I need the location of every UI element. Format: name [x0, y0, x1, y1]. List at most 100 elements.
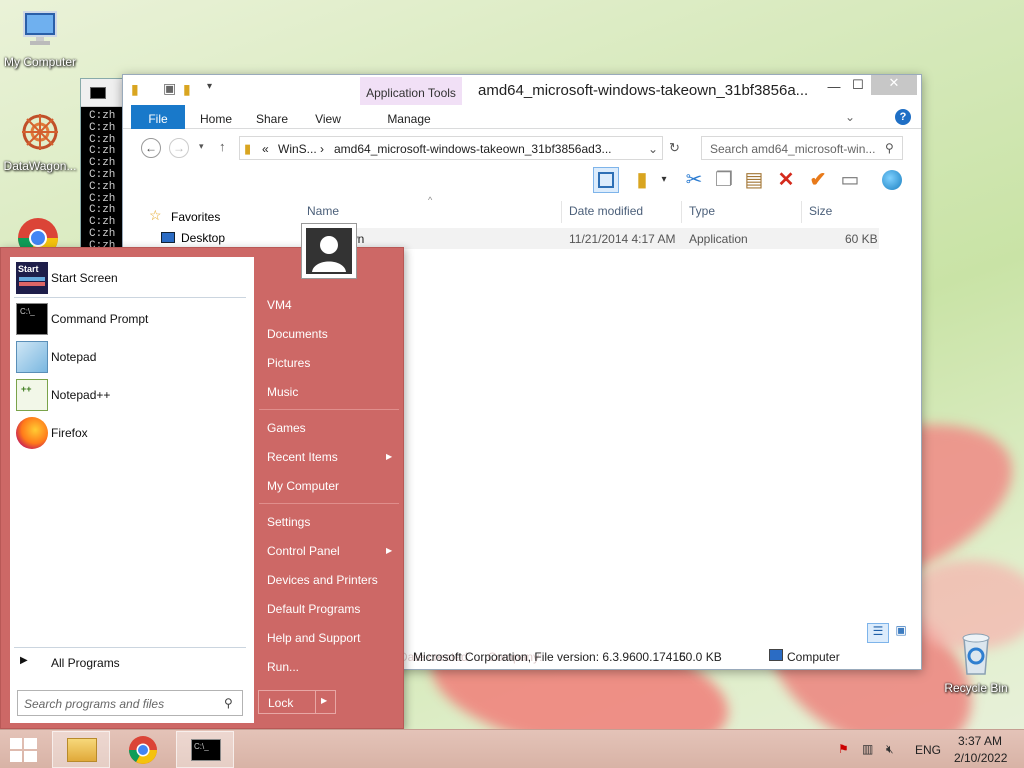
tab-home[interactable]: Home: [193, 105, 239, 129]
column-header-date[interactable]: Date modified: [569, 203, 643, 225]
start-item-command-prompt[interactable]: C:\_ Command Prompt: [14, 302, 250, 336]
clock-time[interactable]: 3:37 AM: [958, 734, 1002, 748]
refresh-icon[interactable]: ↻: [669, 140, 680, 156]
console-window[interactable]: C:zh C:zh C:zh C:zh C:zh C:zh C:zh C:zh …: [80, 78, 126, 252]
start-item-start-screen[interactable]: Start Start Screen: [14, 261, 250, 295]
file-explorer-icon: [67, 738, 97, 762]
search-icon[interactable]: ⚲: [885, 141, 894, 155]
language-indicator[interactable]: ENG: [915, 743, 941, 757]
properties-icon[interactable]: ▣: [163, 80, 176, 97]
start-link-settings[interactable]: Settings: [267, 515, 310, 529]
folder-icon: ▮: [131, 81, 139, 97]
address-dropdown-icon[interactable]: ⌄: [648, 142, 658, 156]
divider: [14, 647, 246, 648]
taskbar-file-explorer[interactable]: [52, 731, 110, 768]
nav-desktop[interactable]: Desktop: [181, 231, 225, 245]
nav-favorites[interactable]: Favorites: [171, 210, 220, 224]
column-header-name[interactable]: Name: [307, 203, 339, 225]
start-item-firefox[interactable]: Firefox: [14, 416, 250, 450]
search-input[interactable]: Search amd64_microsoft-win...: [701, 136, 903, 160]
lock-button[interactable]: Lock ▶: [258, 690, 336, 714]
address-bar[interactable]: ▮ « WinS... › amd64_microsoft-windows-ta…: [239, 136, 663, 160]
taskbar-chrome[interactable]: [114, 731, 172, 768]
column-divider[interactable]: [801, 201, 802, 223]
paste-icon[interactable]: ▤: [741, 167, 767, 193]
volume-muted-icon[interactable]: 🔇︎: [886, 742, 894, 757]
tab-view[interactable]: View: [305, 105, 351, 129]
start-link-default-programs[interactable]: Default Programs: [267, 602, 360, 616]
network-icon[interactable]: ▥: [862, 742, 873, 756]
delete-icon[interactable]: ✕: [773, 167, 799, 193]
console-titlebar[interactable]: [81, 79, 125, 107]
start-menu-programs: Start Start Screen C:\_ Command Prompt N…: [10, 257, 254, 723]
console-icon: [90, 87, 106, 99]
back-button[interactable]: ←: [141, 138, 161, 158]
start-link-run[interactable]: Run...: [267, 660, 299, 674]
start-link-recent-items[interactable]: Recent Items: [267, 450, 338, 464]
desktop-icon-recycle-bin[interactable]: Recycle Bin: [934, 630, 1018, 695]
start-link-help[interactable]: Help and Support: [267, 631, 360, 645]
desktop-icon-label: My Computer: [3, 55, 77, 69]
console-output: C:zh C:zh C:zh C:zh C:zh C:zh C:zh C:zh …: [89, 110, 116, 252]
start-link-music[interactable]: Music: [267, 385, 298, 399]
details-view-icon[interactable]: ☰: [867, 623, 889, 643]
all-programs-button[interactable]: All Programs: [51, 656, 120, 670]
column-divider[interactable]: [561, 201, 562, 223]
tab-manage[interactable]: Manage: [369, 105, 449, 129]
globe-icon[interactable]: [879, 167, 905, 193]
address-separator[interactable]: ›: [320, 142, 324, 156]
search-icon[interactable]: ⚲: [224, 696, 233, 710]
checkmark-icon[interactable]: ✔: [805, 167, 831, 193]
start-link-documents[interactable]: Documents: [267, 327, 328, 341]
column-header-type[interactable]: Type: [689, 203, 715, 225]
start-search-input[interactable]: Search programs and files: [17, 690, 243, 716]
column-header-size[interactable]: Size: [809, 203, 832, 225]
desktop-icon-datawagon[interactable]: DataWagon...: [0, 110, 80, 173]
address-crumb-2[interactable]: amd64_microsoft-windows-takeown_31bf3856…: [334, 142, 612, 156]
lock-options-arrow-icon[interactable]: ▶: [321, 696, 327, 705]
arrow-right-icon: ▶: [20, 655, 28, 666]
rename-icon[interactable]: ▭: [837, 167, 863, 193]
tab-file[interactable]: File: [131, 105, 185, 129]
start-link-games[interactable]: Games: [267, 421, 306, 435]
divider: [315, 691, 316, 713]
close-button[interactable]: ✕: [871, 75, 917, 95]
forward-button[interactable]: →: [169, 138, 189, 158]
action-center-icon[interactable]: ⚑: [838, 742, 849, 756]
address-overflow[interactable]: «: [262, 142, 269, 156]
ribbon-expand-icon[interactable]: ⌄: [845, 110, 855, 124]
recent-locations-icon[interactable]: ▾: [199, 141, 204, 152]
preview-pane-icon[interactable]: [593, 167, 619, 193]
chrome-icon: [129, 736, 157, 764]
status-size: 60.0 KB: [679, 650, 722, 664]
copy-icon[interactable]: ❐: [711, 167, 737, 193]
user-avatar[interactable]: [301, 223, 357, 279]
start-link-my-computer[interactable]: My Computer: [267, 479, 339, 493]
table-row[interactable]: wn 11/21/2014 4:17 AM Application 60 KB: [301, 228, 879, 249]
cut-icon[interactable]: ✂: [681, 167, 707, 193]
taskbar-command-prompt[interactable]: C:\_: [176, 731, 234, 768]
file-size: 60 KB: [845, 232, 878, 246]
clock-date[interactable]: 2/10/2022: [954, 751, 1007, 765]
start-link-control-panel[interactable]: Control Panel: [267, 544, 340, 558]
start-link-devices[interactable]: Devices and Printers: [267, 573, 378, 587]
explorer-titlebar[interactable]: ▮ ▣ ▮ ▾ Application Tools amd64_microsof…: [123, 75, 921, 105]
address-crumb-1[interactable]: WinS...: [278, 142, 317, 156]
start-link-user[interactable]: VM4: [267, 298, 292, 312]
new-folder-icon[interactable]: ▮: [183, 81, 191, 98]
desktop-icon: [161, 232, 175, 243]
command-prompt-icon: C:\_: [16, 303, 48, 335]
start-link-pictures[interactable]: Pictures: [267, 356, 310, 370]
tab-share[interactable]: Share: [249, 105, 295, 129]
divider: [259, 503, 399, 504]
large-icons-view-icon[interactable]: ▣: [891, 623, 911, 643]
help-icon[interactable]: ?: [895, 109, 911, 125]
desktop-icon-my-computer[interactable]: My Computer: [0, 6, 80, 69]
up-button[interactable]: ↑: [219, 139, 226, 154]
start-item-notepad[interactable]: Notepad: [14, 340, 250, 374]
column-divider[interactable]: [681, 201, 682, 223]
quick-access-dropdown-icon[interactable]: ▾: [207, 81, 212, 92]
start-button[interactable]: [0, 731, 48, 768]
toolbar-dropdown-icon[interactable]: ▾: [651, 167, 677, 193]
start-item-notepadpp[interactable]: ++ Notepad++: [14, 378, 250, 412]
